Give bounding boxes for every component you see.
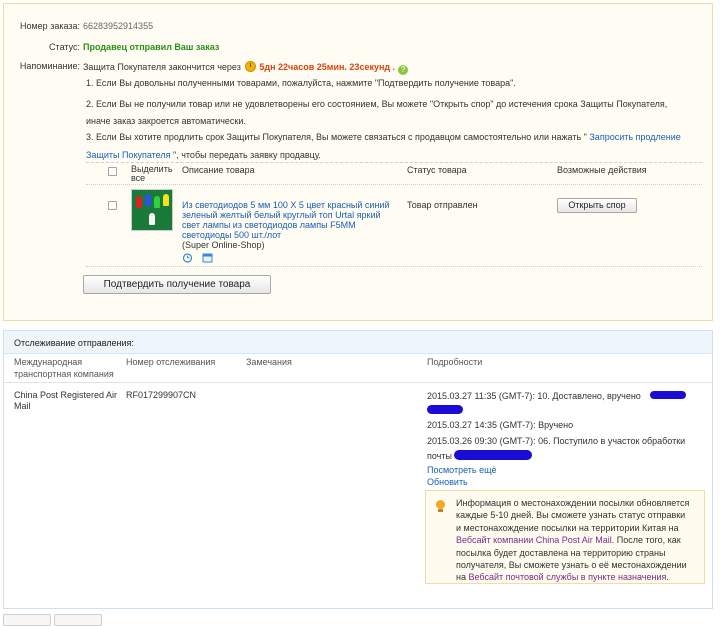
info-text: Информация о местонахождении посылки обн… — [456, 497, 689, 584]
clock-icon — [245, 61, 257, 72]
info-line: посылка будет доставлена на территорию с… — [456, 547, 666, 558]
reminder-label: Напоминание: — [19, 61, 80, 71]
bottom-button[interactable] — [54, 614, 102, 626]
item-status: Товар отправлен — [407, 200, 478, 210]
info-line: Вебсайт компании China Post Air Mail. По… — [456, 534, 689, 546]
status-label: Статус: — [49, 42, 80, 52]
col-select-line2: все — [131, 173, 146, 183]
protection-timer: 5дн 22часов 25мин. 23секунд . — [259, 62, 396, 72]
col-company-header: Международная транспортная компания — [14, 356, 114, 380]
product-thumbnail[interactable] — [131, 189, 173, 231]
tracking-event: 2015.03.27 14:35 (GMT-7): Вручено — [427, 420, 574, 430]
tracking-title: Отслеживание отправления: — [14, 338, 134, 348]
tracking-number: RF017299907CN — [126, 390, 197, 400]
redaction-mark — [454, 450, 532, 460]
reminder-prefix: Защита Покупателя закончится через — [83, 62, 241, 72]
note-2-line-2: иначе заказ закроется автоматически. — [86, 116, 246, 126]
lightbulb-icon — [436, 500, 445, 512]
reminder-value: Защита Покупателя закончится через 5дн 2… — [83, 61, 409, 75]
redaction-mark — [650, 391, 686, 399]
info-text-part: . После того, как — [611, 535, 681, 546]
select-all-checkbox[interactable] — [108, 167, 117, 176]
note-3-line-1: 3. Если Вы хотите продлить срок Защиты П… — [86, 131, 681, 143]
order-panel: Номер заказа: 66283952914355 Статус: Про… — [3, 3, 713, 321]
note-1: 1. Если Вы довольны полученными товарами… — [86, 78, 516, 88]
divider — [86, 162, 702, 163]
col-actions-header: Возможные действия — [557, 165, 647, 175]
tracking-panel: Отслеживание отправления: Международная … — [3, 330, 713, 609]
tracking-event: почты — [427, 451, 452, 461]
tracking-event: 2015.03.26 09:30 (GMT-7): 06. Поступило … — [427, 436, 686, 446]
col-status-header: Статус товара — [407, 165, 467, 175]
china-post-link[interactable]: Вебсайт компании China Post Air Mail — [456, 535, 612, 545]
item-checkbox[interactable] — [108, 201, 117, 210]
confirm-receipt-button[interactable]: Подтвердить получение товара — [83, 275, 271, 294]
info-line: на Вебсайт почтовой службы в пункте назн… — [456, 571, 689, 583]
bottom-button[interactable] — [3, 614, 51, 626]
info-line: и местонахождение посылки на территории … — [456, 522, 679, 533]
note-3-prefix: 3. Если Вы хотите продлить срок Защиты П… — [86, 132, 587, 142]
seller-name: (Super Online-Shop) — [182, 240, 265, 250]
col-number-header: Номер отслеживания — [126, 357, 216, 367]
divider — [86, 184, 702, 185]
col-company-line1: Международная — [14, 357, 83, 367]
col-notes-header: Замечания — [246, 357, 292, 367]
note-3-line-2: Защиты Покупателя ", чтобы передать заяв… — [86, 149, 321, 161]
col-company-line2: транспортная компания — [14, 369, 114, 379]
carrier-name: China Post Registered Air Mail — [14, 390, 117, 412]
divider — [86, 266, 702, 267]
destination-post-link[interactable]: Вебсайт почтовой службы в пункте назначе… — [468, 572, 666, 582]
divider — [4, 382, 712, 383]
col-details-header: Подробности — [427, 357, 483, 367]
info-line: получателя, Вы сможете узнать о её место… — [456, 560, 687, 571]
info-line: Информация о местонахождении посылки обн… — [456, 498, 690, 508]
note-3-suffix: ", чтобы передать заявку продавцу. — [173, 150, 321, 160]
info-line: каждые 5-10 дней. Вы сможете узнать стат… — [456, 510, 686, 521]
carrier-line1: China Post Registered Air — [14, 390, 118, 400]
product-title-line2[interactable]: зеленый желтый белый круглый топ Urtal я… — [182, 210, 389, 220]
col-select-header: Выделить все — [131, 165, 173, 183]
alarm-icon[interactable] — [182, 252, 193, 263]
note-2-line-1: 2. Если Вы не получили товар или не удов… — [86, 99, 668, 109]
product-title-line4[interactable]: светодиоды 500 шт./лот — [182, 230, 389, 240]
status-value: Продавец отправил Ваш заказ — [83, 42, 220, 52]
product-title-line1[interactable]: Из светодиодов 5 мм 100 X 5 цвет красный… — [182, 200, 389, 210]
tracking-title-bar: Отслеживание отправления: — [4, 331, 712, 354]
order-number-label: Номер заказа: — [19, 21, 80, 31]
tracking-event: 2015.03.27 11:35 (GMT-7): 10. Доставлено… — [427, 391, 641, 401]
info-text-part: на — [456, 572, 469, 583]
request-extension-link[interactable]: Запросить продление — [589, 132, 680, 142]
info-text-part: . — [666, 572, 669, 583]
calendar-icon[interactable] — [202, 252, 213, 263]
product-title[interactable]: Из светодиодов 5 мм 100 X 5 цвет красный… — [182, 200, 389, 250]
redaction-mark — [427, 405, 463, 414]
carrier-line2: Mail — [14, 401, 31, 411]
request-extension-link-cont[interactable]: Защиты Покупателя — [86, 150, 171, 160]
refresh-link[interactable]: Обновить — [427, 477, 468, 487]
open-dispute-button[interactable]: Открыть спор — [557, 198, 637, 213]
help-icon[interactable]: ? — [398, 65, 409, 75]
col-description-header: Описание товара — [182, 165, 255, 175]
order-number-value: 66283952914355 — [83, 21, 154, 31]
product-title-line3[interactable]: свет лампы из светодиодов лампы F5MM — [182, 220, 389, 230]
tracking-info-box: Информация о местонахождении посылки обн… — [425, 490, 705, 584]
see-more-link[interactable]: Посмотреть ещё — [427, 465, 497, 475]
